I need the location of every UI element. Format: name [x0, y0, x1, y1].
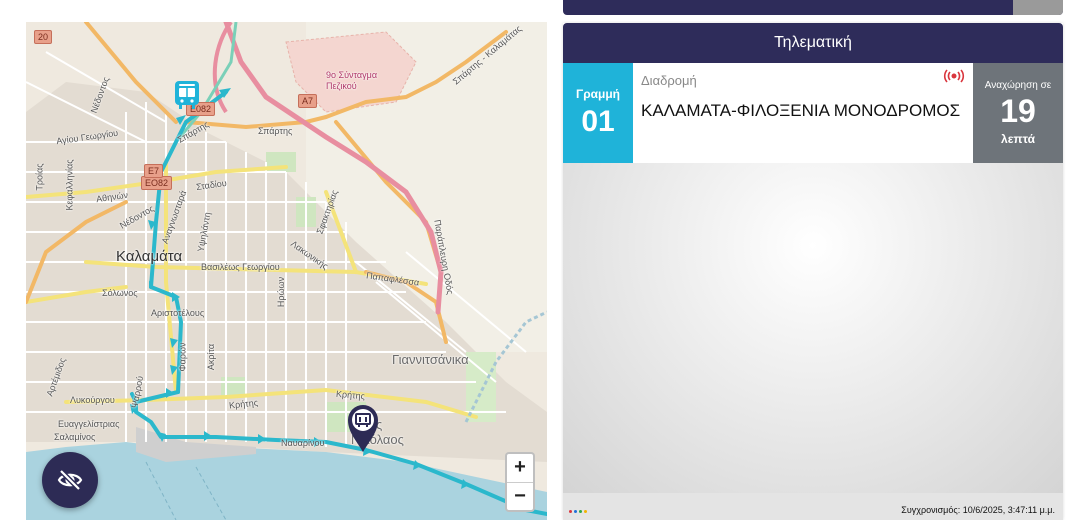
- map-pin-icon: [348, 405, 378, 452]
- panel-title: Τηλεματική: [563, 23, 1063, 63]
- road-shield: A7: [298, 94, 318, 108]
- panel-footer: Συγχρονισμός: 10/6/2025, 3:47:11 μ.μ.: [563, 493, 1063, 520]
- street-label: Βασιλέως Γεωργίου: [201, 262, 280, 272]
- street-label: Φαρών: [177, 342, 188, 372]
- departure-unit: λεπτά: [1001, 132, 1035, 146]
- route-name: ΚΑΛΑΜΑΤΑ-ΦΙΛΟΞΕΝΙΑ ΜΟΝΟΔΡΟΜΟΣ: [641, 101, 961, 120]
- bus-icon: [175, 81, 199, 109]
- live-signal-icon: [943, 69, 965, 83]
- route-info: Διαδρομή ΚΑΛΑΜΑΤΑ-ΦΙΛΟΞΕΝΙΑ ΜΟΝΟΔΡΟΜΟΣ: [633, 63, 973, 163]
- zoom-out-button[interactable]: −: [507, 483, 533, 511]
- place-label-kalamata: Καλαμάτα: [116, 248, 183, 265]
- zoom-control: + −: [505, 452, 535, 512]
- road-shield: E7: [144, 164, 164, 178]
- bus-stop-marker[interactable]: [346, 402, 380, 454]
- street-label: Σόλωνος: [102, 288, 138, 298]
- route-label: Διαδρομή: [641, 73, 697, 88]
- street-label: Ακρίτα: [206, 343, 217, 371]
- eye-slash-icon: [57, 470, 83, 490]
- line-label: Γραμμή: [575, 87, 621, 101]
- departure-minutes: 19: [1000, 93, 1036, 129]
- bus-location-marker[interactable]: [174, 80, 200, 110]
- street-label: Ναυαρίνου: [281, 438, 325, 448]
- departure-label: Αναχώρηση σε: [984, 80, 1052, 91]
- route-card[interactable]: Γραμμή 01 Διαδρομή ΚΑΛΑΜΑΤΑ-ΦΙΛΟΞΕΝΙΑ ΜΟ…: [563, 63, 1063, 163]
- loading-dots-icon: [569, 505, 589, 515]
- top-bar: [563, 0, 1063, 15]
- departure-box: Αναχώρηση σε 19 λεπτά: [973, 63, 1063, 163]
- sync-timestamp: Συγχρονισμός: 10/6/2025, 3:47:11 μ.μ.: [901, 505, 1055, 515]
- street-label: Σπάρτης: [258, 126, 293, 136]
- place-label-giannitsanika: Γιαννιτσάνικα: [392, 352, 469, 367]
- content-area: [563, 163, 1063, 493]
- top-bar-grey-segment: [1013, 0, 1063, 15]
- street-label: Ευαγγελίστριας: [58, 419, 120, 429]
- street-label: Λυκούργου: [70, 395, 115, 405]
- road-shield: ΕΟ82: [141, 176, 173, 190]
- road-shield: 20: [34, 30, 53, 44]
- street-label: Κεφαλληνίας: [64, 159, 75, 211]
- zoom-in-button[interactable]: +: [507, 454, 533, 483]
- line-badge: Γραμμή 01: [563, 63, 633, 163]
- street-label: Σαλαμίνος: [54, 432, 96, 442]
- telematics-panel: Τηλεματική Γραμμή 01 Διαδρομή ΚΑΛΑΜΑΤΑ-Φ…: [563, 23, 1063, 520]
- hide-route-button[interactable]: [42, 452, 98, 508]
- street-label: Ηρώων: [276, 276, 287, 308]
- street-label: Αριστοτέλους: [151, 308, 205, 318]
- street-label: Τροίας: [34, 163, 45, 191]
- place-label-syntagma: 9ο Σύνταγμα Πεζικού: [326, 70, 378, 91]
- map[interactable]: Καλαμάτα Γιαννιτσάνικα Άγιος Νικόλαος 9ο…: [26, 22, 547, 520]
- line-number: 01: [581, 105, 615, 138]
